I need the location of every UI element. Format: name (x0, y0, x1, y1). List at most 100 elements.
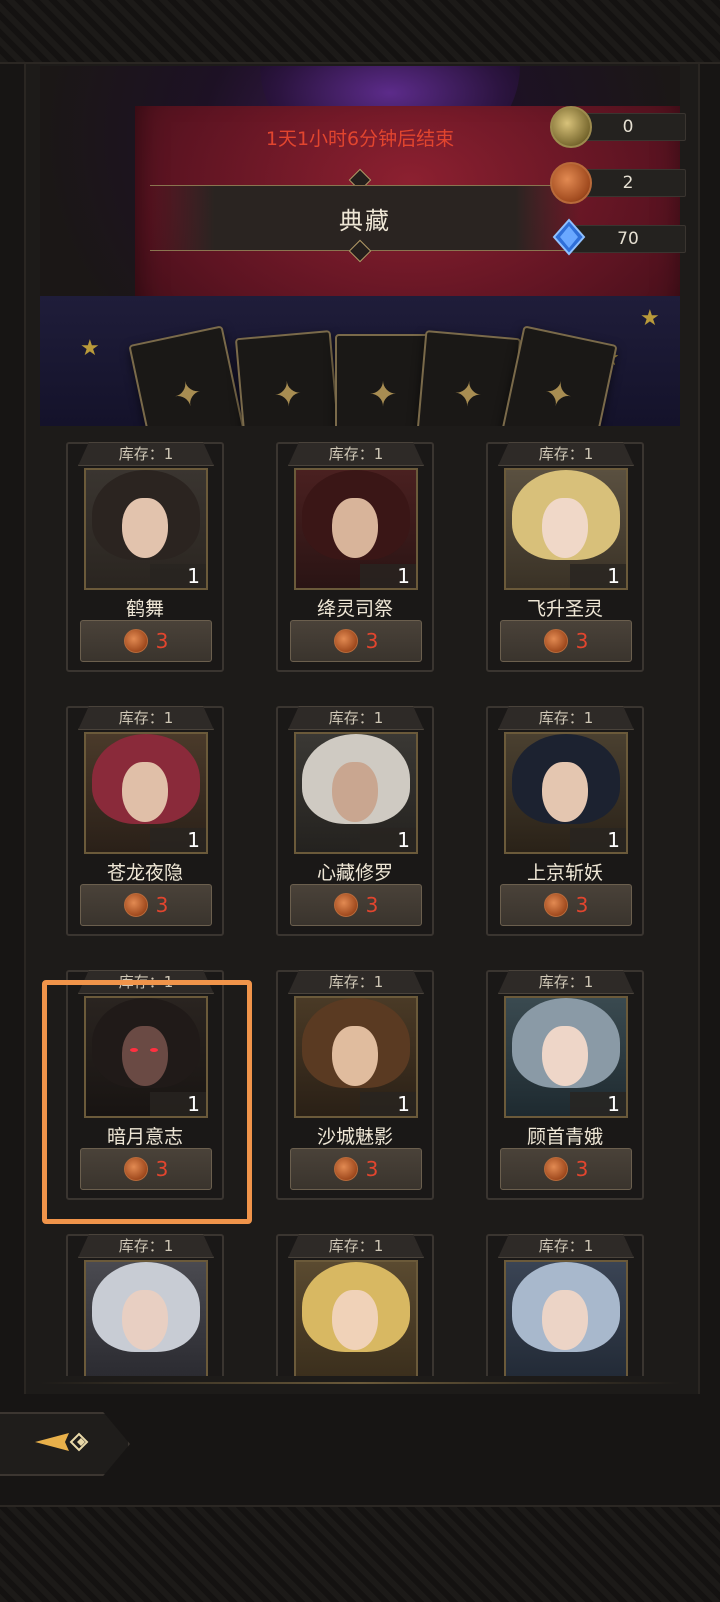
portrait-face (542, 498, 588, 558)
stock-label: 库存：1 (288, 442, 424, 466)
character-portrait: 1 (504, 468, 628, 590)
card-item[interactable]: 库存：1 (66, 1234, 224, 1376)
character-portrait (294, 1260, 418, 1376)
owned-count: 1 (570, 1092, 626, 1116)
portrait-face (332, 1026, 378, 1086)
stock-label: 库存：1 (288, 970, 424, 994)
card-grid: 库存：1 1 鹤舞 3 库存：1 1 绛灵司祭 3 库存：1 1 飞升圣灵 3 … (40, 436, 680, 1376)
portrait-face (122, 498, 168, 558)
selection-highlight (42, 980, 252, 1224)
back-arrow-icon (33, 1427, 93, 1461)
portrait-face (542, 1290, 588, 1350)
character-portrait: 1 (504, 996, 628, 1118)
card-item[interactable]: 库存：1 1 鹤舞 3 (66, 442, 224, 672)
character-portrait (504, 1260, 628, 1376)
price-value: 3 (365, 893, 379, 917)
copper-coin-icon (333, 893, 358, 917)
buy-button[interactable]: 3 (500, 884, 632, 926)
price-value: 3 (365, 1157, 379, 1181)
buy-button[interactable]: 3 (290, 1148, 422, 1190)
blue-crystal-icon (550, 218, 588, 256)
stock-label: 库存：1 (78, 442, 214, 466)
event-timer: 1天1小时6分钟后结束 (265, 128, 455, 150)
copper-coin-icon (333, 629, 358, 653)
owned-count: 1 (360, 828, 416, 852)
resource-gold: 0 (550, 106, 686, 148)
stock-label: 库存：1 (78, 706, 214, 730)
stock-label: 库存：1 (498, 1234, 634, 1258)
stock-label: 库存：1 (288, 1234, 424, 1258)
character-portrait (84, 1260, 208, 1376)
character-name: 苍龙夜隐 (106, 862, 183, 884)
portrait-face (332, 762, 378, 822)
stock-label: 库存：1 (498, 970, 634, 994)
copper-coin-icon (123, 893, 148, 917)
character-portrait: 1 (294, 732, 418, 854)
tarot-card: ✦ (234, 330, 342, 426)
character-name: 上京斩妖 (526, 862, 603, 884)
price-value: 3 (155, 629, 169, 653)
resource-copper: 2 (550, 162, 686, 204)
buy-button[interactable]: 3 (80, 884, 212, 926)
title-bar: 典藏 (150, 185, 580, 251)
price-value: 3 (365, 629, 379, 653)
character-name: 飞升圣灵 (526, 598, 603, 620)
card-item[interactable]: 库存：1 1 顾首青娥 3 (486, 970, 644, 1200)
stock-label: 库存：1 (288, 706, 424, 730)
character-portrait: 1 (294, 468, 418, 590)
price-value: 3 (575, 893, 589, 917)
portrait-face (542, 762, 588, 822)
bottom-border (0, 1505, 720, 1602)
stock-label: 库存：1 (498, 706, 634, 730)
copper-coin-icon (333, 1157, 358, 1181)
character-portrait: 1 (294, 996, 418, 1118)
card-item[interactable]: 库存：1 (276, 1234, 434, 1376)
price-value: 3 (575, 629, 589, 653)
top-border (0, 0, 720, 64)
back-button[interactable] (0, 1412, 130, 1476)
character-portrait: 1 (504, 732, 628, 854)
owned-count: 1 (150, 828, 206, 852)
copper-coin-icon (123, 629, 148, 653)
stock-label: 库存：1 (498, 442, 634, 466)
buy-button[interactable]: 3 (290, 620, 422, 662)
card-item[interactable]: 库存：1 1 苍龙夜隐 3 (66, 706, 224, 936)
star-icon: ★ (80, 336, 100, 361)
character-name: 心藏修罗 (316, 862, 393, 884)
gold-coin-icon (550, 106, 592, 148)
buy-button[interactable]: 3 (500, 1148, 632, 1190)
page-title: 典藏 (339, 206, 391, 235)
portrait-face (332, 1290, 378, 1350)
portrait-face (332, 498, 378, 558)
buy-button[interactable]: 3 (80, 620, 212, 662)
card-item[interactable]: 库存：1 1 心藏修罗 3 (276, 706, 434, 936)
portrait-face (122, 762, 168, 822)
price-value: 3 (155, 893, 169, 917)
grid-bottom-divider (40, 1382, 680, 1384)
price-value: 3 (575, 1157, 589, 1181)
character-name: 沙城魅影 (316, 1126, 393, 1148)
star-icon: ★ (640, 306, 660, 331)
portrait-face (122, 1290, 168, 1350)
buy-button[interactable]: 3 (500, 620, 632, 662)
copper-coin-icon (543, 893, 568, 917)
character-name: 鹤舞 (125, 598, 164, 620)
buy-button[interactable]: 3 (290, 884, 422, 926)
card-item[interactable]: 库存：1 1 上京斩妖 3 (486, 706, 644, 936)
tarot-card: ✦ (335, 334, 431, 426)
card-item[interactable]: 库存：1 1 飞升圣灵 3 (486, 442, 644, 672)
owned-count: 1 (360, 564, 416, 588)
owned-count: 1 (570, 564, 626, 588)
copper-coin-icon (543, 1157, 568, 1181)
copper-coin-icon (543, 629, 568, 653)
copper-coin-icon (550, 162, 592, 204)
character-name: 顾首青娥 (526, 1126, 603, 1148)
stock-label: 库存：1 (78, 1234, 214, 1258)
card-item[interactable]: 库存：1 1 沙城魅影 3 (276, 970, 434, 1200)
owned-count: 1 (150, 564, 206, 588)
card-item[interactable]: 库存：1 (486, 1234, 644, 1376)
character-name: 绛灵司祭 (316, 598, 393, 620)
owned-count: 1 (360, 1092, 416, 1116)
resource-crystal: 70 (550, 218, 686, 260)
card-item[interactable]: 库存：1 1 绛灵司祭 3 (276, 442, 434, 672)
